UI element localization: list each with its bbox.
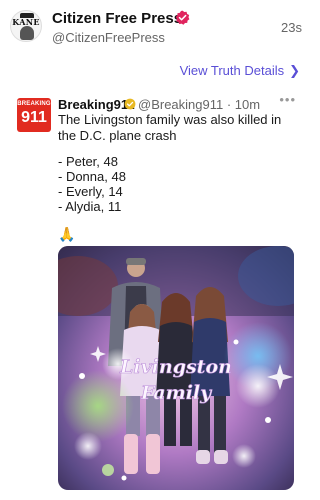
family-photo[interactable]: Livingston Family [58,246,294,490]
praying-hands-emoji: 🙏 [58,226,76,242]
list-item: - Everly, 14 [58,184,123,199]
list-item: - Peter, 48 [58,154,118,169]
avatar[interactable]: KANE [10,10,42,42]
list-item: - Alydia, 11 [58,199,122,214]
view-details-label: View Truth Details [179,63,285,78]
quote-text: The Livingston family was also killed in… [58,112,282,143]
view-truth-details-link[interactable]: View Truth Details ❯ [180,63,300,79]
chevron-right-icon: ❯ [289,63,300,78]
verified-badge-icon [175,10,190,25]
family-photo-graphic: Livingston Family [58,246,294,490]
quote-avatar-top: BREAKING [17,101,51,107]
display-name[interactable]: Citizen Free Press [52,10,182,27]
victims-list: - Peter, 48 - Donna, 48 - Everly, 14 - A… [58,154,126,214]
face-shape [20,26,34,40]
quote-avatar[interactable]: BREAKING 911 [17,98,51,132]
quote-avatar-number: 911 [21,109,47,126]
more-options-icon[interactable]: ••• [279,92,296,107]
post-header: KANE Citizen Free Press @CitizenFreePres… [0,0,314,52]
list-item: - Donna, 48 [58,169,126,184]
caption-line2: Family [140,382,213,404]
handle[interactable]: @CitizenFreePress [52,30,165,45]
quote-handle-time[interactable]: @Breaking911 · 10m [138,97,260,112]
gold-verified-badge-icon [124,98,136,110]
caption-line1: Livingston [119,356,232,378]
timestamp: 23s [281,20,302,35]
